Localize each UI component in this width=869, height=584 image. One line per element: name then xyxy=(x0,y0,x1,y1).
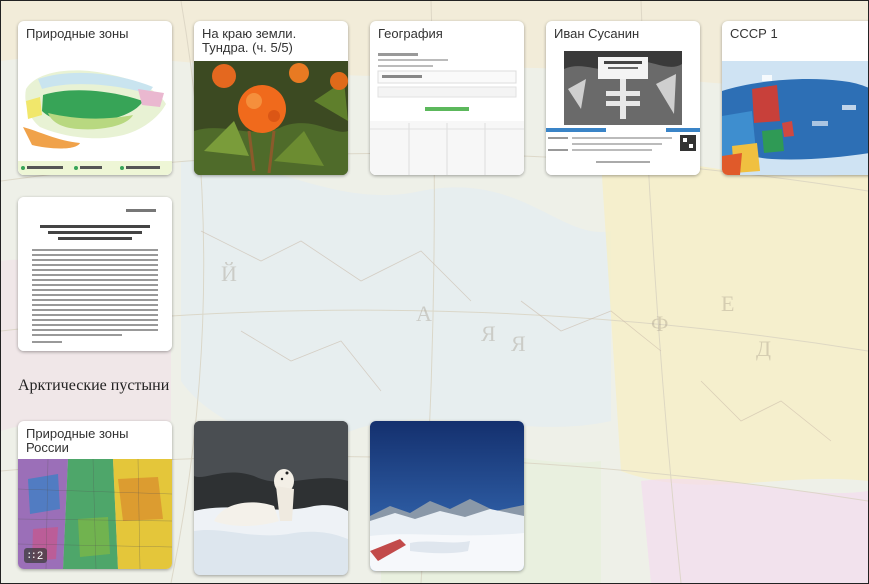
stack-count: 2 xyxy=(37,549,44,562)
thumbnail-cloudberry-photo xyxy=(194,61,348,175)
thumbnail-geography-quiz xyxy=(370,49,524,175)
section-heading: Арктические пустыни xyxy=(18,377,170,394)
stack-count-badge: ∷ 2 xyxy=(24,548,48,563)
svg-text:Д: Д xyxy=(756,336,771,361)
grid-icon: ∷ xyxy=(28,550,35,562)
svg-text:Е: Е xyxy=(721,291,734,316)
board-canvas: ЯЯ Ф Е Й А Д Природные зоны На краю земли.… xyxy=(0,0,869,584)
svg-text:Я: Я xyxy=(481,321,496,346)
svg-text:Ф: Ф xyxy=(651,311,668,336)
card-tundra[interactable]: На краю земли. Тундра. (ч. 5/5) xyxy=(194,21,348,175)
svg-text:А: А xyxy=(416,301,432,326)
thumbnail-ivan-susanin-page xyxy=(546,49,700,175)
card-geography[interactable]: География xyxy=(370,21,524,175)
thumbnail-polar-bear-photo xyxy=(194,421,348,575)
card-ivan-susanin[interactable]: Иван Сусанин xyxy=(546,21,700,175)
svg-text:Й: Й xyxy=(221,261,237,286)
thumbnail-nature-zones-map xyxy=(18,49,172,175)
thumbnail-arctic-landscape-photo xyxy=(370,421,524,571)
card-russia-nature-zones[interactable]: Природные зоны России ∷ 2 xyxy=(18,421,172,569)
thumbnail-ussr-map xyxy=(722,61,868,175)
card-ussr[interactable]: СССР 1 xyxy=(722,21,868,175)
card-title: СССР 1 xyxy=(730,26,778,41)
card-document[interactable] xyxy=(18,197,172,351)
card-title: Природные зоны России xyxy=(26,426,129,455)
card-polar-bear[interactable] xyxy=(194,421,348,575)
card-arctic-landscape[interactable] xyxy=(370,421,524,571)
svg-text:Я: Я xyxy=(511,331,526,356)
thumbnail-document-page xyxy=(18,197,172,351)
card-nature-zones[interactable]: Природные зоны xyxy=(18,21,172,175)
card-title: На краю земли. Тундра. (ч. 5/5) xyxy=(202,26,297,55)
